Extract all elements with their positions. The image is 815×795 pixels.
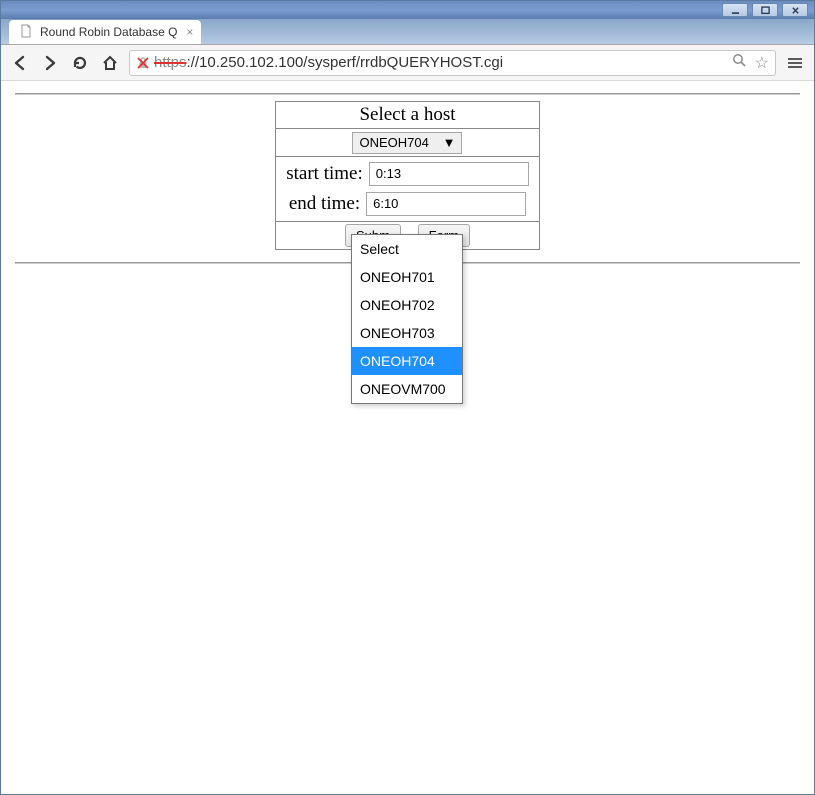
page-viewport: Select a host ONEOH704 ▼ start time: — [1, 81, 814, 264]
host-select[interactable]: ONEOH704 ▼ — [352, 132, 462, 154]
forward-button[interactable] — [41, 54, 59, 72]
window-title-bar — [1, 1, 814, 19]
browser-tab-active[interactable]: Round Robin Database Q × — [9, 20, 201, 44]
browser-toolbar: https ://10.250.102.100/sysperf/rrdbQUER… — [1, 45, 814, 81]
url-scheme-struck: https — [154, 54, 187, 71]
start-time-input[interactable] — [369, 162, 529, 186]
window-close-button[interactable] — [782, 3, 808, 17]
host-option[interactable]: ONEOH701 — [352, 263, 462, 291]
host-option[interactable]: ONEOH704 — [352, 347, 462, 375]
host-select-value: ONEOH704 — [359, 135, 428, 150]
host-form-table: Select a host ONEOH704 ▼ start time: — [275, 101, 540, 250]
end-time-input[interactable] — [366, 192, 526, 216]
end-time-label: end time: — [289, 193, 360, 215]
home-button[interactable] — [101, 54, 119, 72]
browser-menu-button[interactable] — [786, 54, 804, 72]
host-select-dropdown[interactable]: SelectONEOH701ONEOH702ONEOH703ONEOH704ON… — [351, 234, 463, 404]
tab-title: Round Robin Database Q — [40, 25, 177, 39]
zoom-icon[interactable] — [732, 53, 747, 72]
divider-top — [15, 93, 800, 95]
page-icon — [19, 24, 33, 41]
window-frame: Round Robin Database Q × — [0, 0, 815, 795]
bookmark-star-icon[interactable]: ☆ — [755, 53, 769, 73]
chevron-down-icon: ▼ — [443, 135, 456, 150]
browser-tab-strip: Round Robin Database Q × — [1, 19, 814, 45]
address-bar[interactable]: https ://10.250.102.100/sysperf/rrdbQUER… — [129, 50, 776, 76]
url-path: ://10.250.102.100/sysperf/rrdbQUERYHOST.… — [187, 54, 504, 71]
start-time-label: start time: — [286, 163, 363, 185]
ssl-warning-icon — [136, 56, 150, 70]
tab-close-icon[interactable]: × — [186, 25, 193, 39]
host-option[interactable]: Select — [352, 235, 462, 263]
host-option[interactable]: ONEOVM700 — [352, 375, 462, 403]
window-minimize-button[interactable] — [722, 3, 748, 17]
window-maximize-button[interactable] — [752, 3, 778, 17]
host-option[interactable]: ONEOH702 — [352, 291, 462, 319]
host-option[interactable]: ONEOH703 — [352, 319, 462, 347]
form-title: Select a host — [359, 104, 455, 125]
reload-button[interactable] — [71, 54, 89, 72]
back-button[interactable] — [11, 54, 29, 72]
